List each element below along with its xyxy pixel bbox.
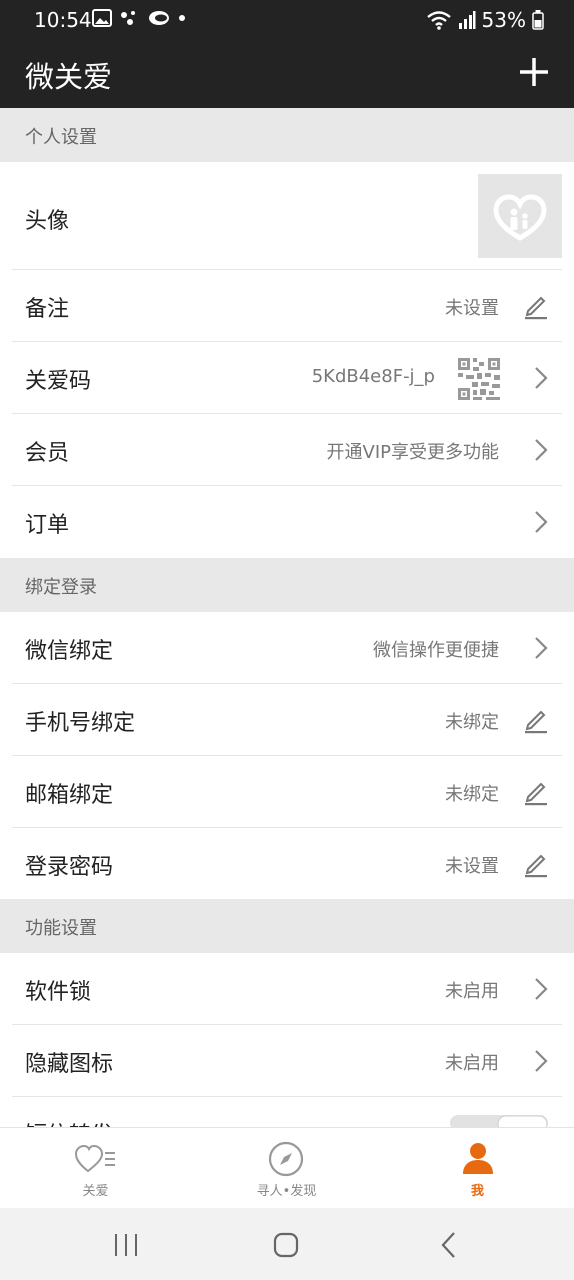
page-title: 微关爱: [25, 60, 113, 94]
chevron-right-icon: [535, 367, 548, 389]
app-bar: 微关爱: [0, 40, 574, 108]
dot-icon: [179, 15, 185, 21]
row-label: 微信绑定: [25, 639, 114, 664]
gallery-icon: [92, 9, 112, 27]
row-label: 隐藏图标: [25, 1052, 114, 1077]
nav-item-me[interactable]: 我: [382, 1128, 573, 1209]
status-bar: 10:54 53%: [0, 0, 574, 40]
nav-label: 我: [470, 1184, 484, 1199]
chevron-right-icon: [535, 637, 548, 659]
row-value: 未设置: [445, 298, 499, 319]
row-label: 短信转发: [25, 1117, 113, 1127]
row-value: 微信操作更便捷: [373, 640, 499, 661]
row-label: 会员: [25, 441, 70, 466]
avatar-row[interactable]: 头像: [0, 162, 574, 270]
battery-icon: [532, 10, 544, 30]
order-row[interactable]: 订单: [0, 486, 574, 558]
hide-icon-row[interactable]: 隐藏图标 未启用: [0, 1025, 574, 1097]
row-value: 开通VIP享受更多功能: [326, 442, 499, 463]
compass-icon: [268, 1141, 304, 1177]
cloud-app-icon: [149, 11, 169, 25]
bottom-nav: 关爱 寻人•发现 我: [0, 1127, 574, 1209]
nav-item-find[interactable]: 寻人•发现: [191, 1128, 382, 1209]
nav-label: 关爱: [82, 1184, 109, 1199]
chevron-right-icon: [535, 511, 548, 533]
care-code-row[interactable]: 关爱码 5KdB4e8F-j_p: [0, 342, 574, 414]
avatar[interactable]: [478, 174, 562, 258]
section-title: 个人设置: [25, 127, 97, 148]
notification-icons: [92, 9, 186, 27]
chevron-right-icon: [535, 978, 548, 1000]
edit-pen-icon[interactable]: [523, 292, 549, 320]
chevron-right-icon: [535, 439, 548, 461]
add-icon[interactable]: [518, 56, 550, 88]
home-icon[interactable]: [273, 1232, 299, 1258]
person-icon: [463, 1143, 493, 1174]
row-value: 未启用: [445, 1053, 499, 1074]
chevron-right-icon: [535, 1050, 548, 1072]
family-heart-icon: [493, 194, 547, 241]
row-label: 登录密码: [25, 855, 114, 880]
member-row[interactable]: 会员 开通VIP享受更多功能: [0, 414, 574, 486]
system-nav-bar: [0, 1208, 574, 1280]
row-label: 手机号绑定: [25, 711, 136, 736]
heart-list-icon: [75, 1144, 115, 1173]
recent-apps-icon[interactable]: [113, 1233, 139, 1257]
row-value: 未绑定: [445, 784, 499, 805]
section-header-personal: 个人设置: [0, 108, 574, 162]
row-value: 未绑定: [445, 712, 499, 733]
dots-app-icon: [121, 11, 135, 25]
wechat-bind-row[interactable]: 微信绑定 微信操作更便捷: [0, 612, 574, 684]
row-value: 未启用: [445, 981, 499, 1002]
battery-percent: 53%: [481, 8, 526, 32]
toggle-switch[interactable]: [450, 1115, 548, 1127]
signal-icon: [458, 11, 476, 29]
row-label: 订单: [25, 513, 70, 538]
status-time: 10:54: [34, 8, 92, 32]
password-row[interactable]: 登录密码 未设置: [0, 828, 574, 900]
wifi-icon: [426, 11, 451, 30]
row-label: 关爱码: [25, 369, 92, 394]
edit-pen-icon[interactable]: [523, 850, 549, 878]
nav-item-care[interactable]: 关爱: [0, 1128, 191, 1209]
edit-pen-icon[interactable]: [523, 706, 549, 734]
edit-pen-icon[interactable]: [523, 778, 549, 806]
row-label: 备注: [25, 297, 70, 322]
remark-row[interactable]: 备注 未设置: [0, 270, 574, 342]
email-bind-row[interactable]: 邮箱绑定 未绑定: [0, 756, 574, 828]
section-header-function: 功能设置: [0, 899, 574, 953]
row-label: 邮箱绑定: [25, 783, 114, 808]
nav-label: 寻人•发现: [256, 1184, 317, 1199]
section-title: 绑定登录: [25, 577, 97, 598]
qr-code-icon[interactable]: [458, 358, 500, 400]
row-label: 头像: [25, 209, 70, 234]
back-icon[interactable]: [440, 1231, 458, 1259]
phone-bind-row[interactable]: 手机号绑定 未绑定: [0, 684, 574, 756]
section-header-binding: 绑定登录: [0, 558, 574, 612]
app-lock-row[interactable]: 软件锁 未启用: [0, 953, 574, 1025]
section-title: 功能设置: [25, 918, 97, 939]
row-label: 软件锁: [25, 980, 92, 1005]
care-code-value: 5KdB4e8F-j_p: [311, 366, 435, 387]
row-value: 未设置: [445, 856, 499, 877]
